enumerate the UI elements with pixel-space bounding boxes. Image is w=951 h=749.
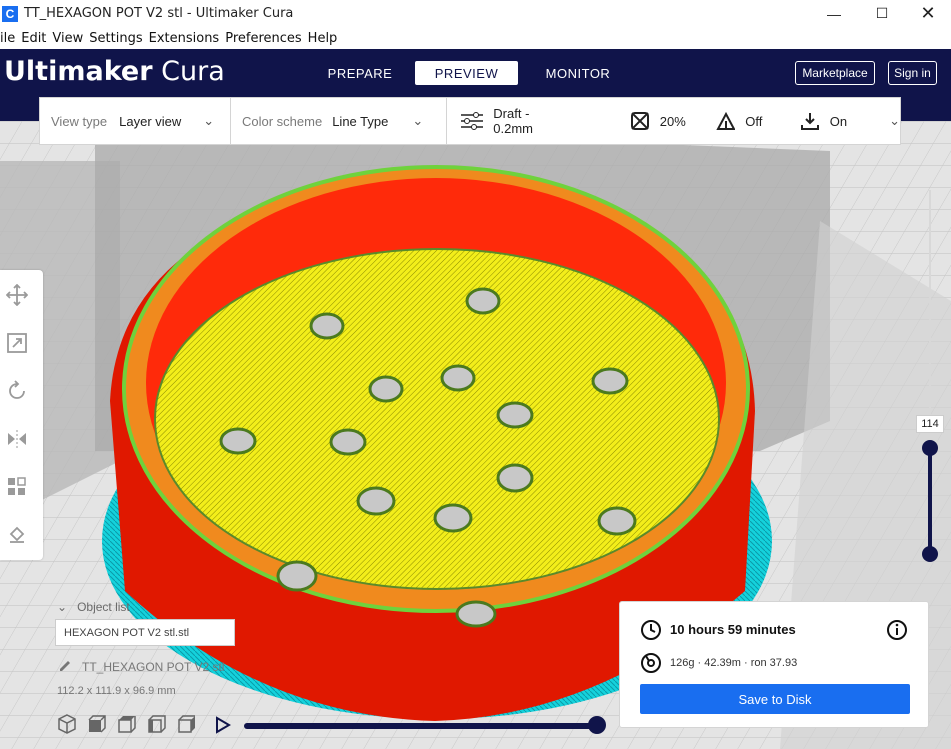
maximize-button[interactable]: ☐	[859, 0, 905, 27]
infill-value: 20%	[659, 113, 686, 129]
model-infill-floor	[154, 248, 720, 590]
right-view-icon[interactable]	[176, 713, 198, 735]
object-list-title: Object list	[77, 600, 130, 614]
tool-panel	[0, 270, 43, 560]
rotate-icon[interactable]	[6, 380, 28, 402]
adhesion-icon	[801, 113, 820, 130]
menu-view[interactable]: View	[52, 31, 83, 46]
layer-number[interactable]: 114	[916, 415, 944, 433]
view-toolbar: View type Layer view ⌄ Color scheme Line…	[39, 97, 901, 145]
save-to-disk-button[interactable]: Save to Disk	[640, 684, 910, 714]
adhesion-value: On	[829, 113, 848, 129]
object-list-item[interactable]: HEXAGON POT V2 stl.stl	[55, 619, 235, 646]
color-scheme-selector[interactable]: Color scheme Line Type ⌄	[242, 98, 423, 144]
layer-slider[interactable]	[918, 440, 942, 590]
3d-view-icon[interactable]	[56, 713, 78, 735]
chevron-down-icon: ⌄	[412, 113, 424, 128]
scale-icon[interactable]	[6, 332, 28, 354]
menu-edit[interactable]: Edit	[21, 31, 46, 46]
tab-monitor[interactable]: MONITOR	[536, 61, 620, 85]
chevron-down-icon: ⌄	[57, 600, 68, 614]
play-icon[interactable]	[214, 716, 232, 734]
simulation-slider-track[interactable]	[244, 723, 599, 729]
menu-file[interactable]: ile	[0, 31, 15, 46]
sliders-icon	[461, 112, 483, 130]
object-list-toggle[interactable]: ⌄ Object list	[57, 600, 130, 614]
print-info-panel: 10 hours 59 minutes 126g · 42.39m · ron …	[619, 601, 929, 728]
profile-value: Draft - 0.2mm	[493, 106, 534, 136]
clock-icon	[641, 620, 661, 640]
object-name: TT_HEXAGON POT V2 stl	[82, 660, 225, 674]
support-value: Off	[745, 113, 763, 129]
tab-prepare[interactable]: PREPARE	[318, 61, 402, 85]
top-view-icon[interactable]	[116, 713, 138, 735]
menu-settings[interactable]: Settings	[89, 31, 142, 46]
close-button[interactable]: ✕	[905, 0, 951, 27]
info-icon[interactable]	[886, 619, 908, 641]
mirror-icon[interactable]	[6, 428, 28, 450]
layer-slider-track	[929, 190, 931, 420]
left-view-icon[interactable]	[146, 713, 168, 735]
menu-preferences[interactable]: Preferences	[225, 31, 301, 46]
view-type-label: View type	[51, 113, 108, 129]
view-type-value: Layer view	[119, 113, 182, 129]
color-scheme-label: Color scheme	[242, 113, 323, 129]
color-scheme-value: Line Type	[332, 113, 389, 129]
spool-icon	[641, 653, 661, 673]
print-time: 10 hours 59 minutes	[670, 622, 796, 637]
layer-slider-top-handle[interactable]	[922, 440, 938, 456]
marketplace-button[interactable]: Marketplace	[795, 61, 875, 85]
per-model-settings-icon[interactable]	[6, 476, 28, 498]
view-type-selector[interactable]: View type Layer view ⌄	[51, 98, 214, 144]
infill-icon	[631, 112, 650, 130]
window-title: TT_HEXAGON POT V2 stl - Ultimaker Cura	[24, 6, 294, 21]
chevron-down-icon: ⌄	[889, 113, 900, 128]
material-estimate: 126g · 42.39m · ron 37.93	[670, 657, 798, 669]
tab-preview[interactable]: PREVIEW	[415, 61, 518, 85]
menu-help[interactable]: Help	[308, 31, 338, 46]
pencil-icon[interactable]	[58, 659, 72, 673]
support-icon	[716, 111, 736, 130]
menu-extensions[interactable]: Extensions	[149, 31, 220, 46]
menu-bar: ile Edit View Settings Extensions Prefer…	[0, 27, 951, 49]
front-view-icon[interactable]	[86, 713, 108, 735]
minimize-button[interactable]: —	[811, 0, 857, 27]
brand-logo: Ultimaker Cura	[4, 56, 225, 87]
support-blocker-icon[interactable]	[6, 524, 28, 546]
cura-app-icon: C	[2, 5, 18, 22]
object-dimensions: 112.2 x 111.9 x 96.9 mm	[57, 685, 176, 697]
layer-slider-bottom-handle[interactable]	[922, 546, 938, 562]
print-settings-selector[interactable]: Draft - 0.2mm 20% Off On ⌄	[460, 98, 900, 144]
move-icon[interactable]	[6, 284, 28, 306]
simulation-slider-handle[interactable]	[588, 716, 606, 734]
chevron-down-icon: ⌄	[203, 113, 215, 128]
sign-in-button[interactable]: Sign in	[888, 61, 937, 85]
title-bar: C TT_HEXAGON POT V2 stl - Ultimaker Cura…	[0, 0, 951, 27]
